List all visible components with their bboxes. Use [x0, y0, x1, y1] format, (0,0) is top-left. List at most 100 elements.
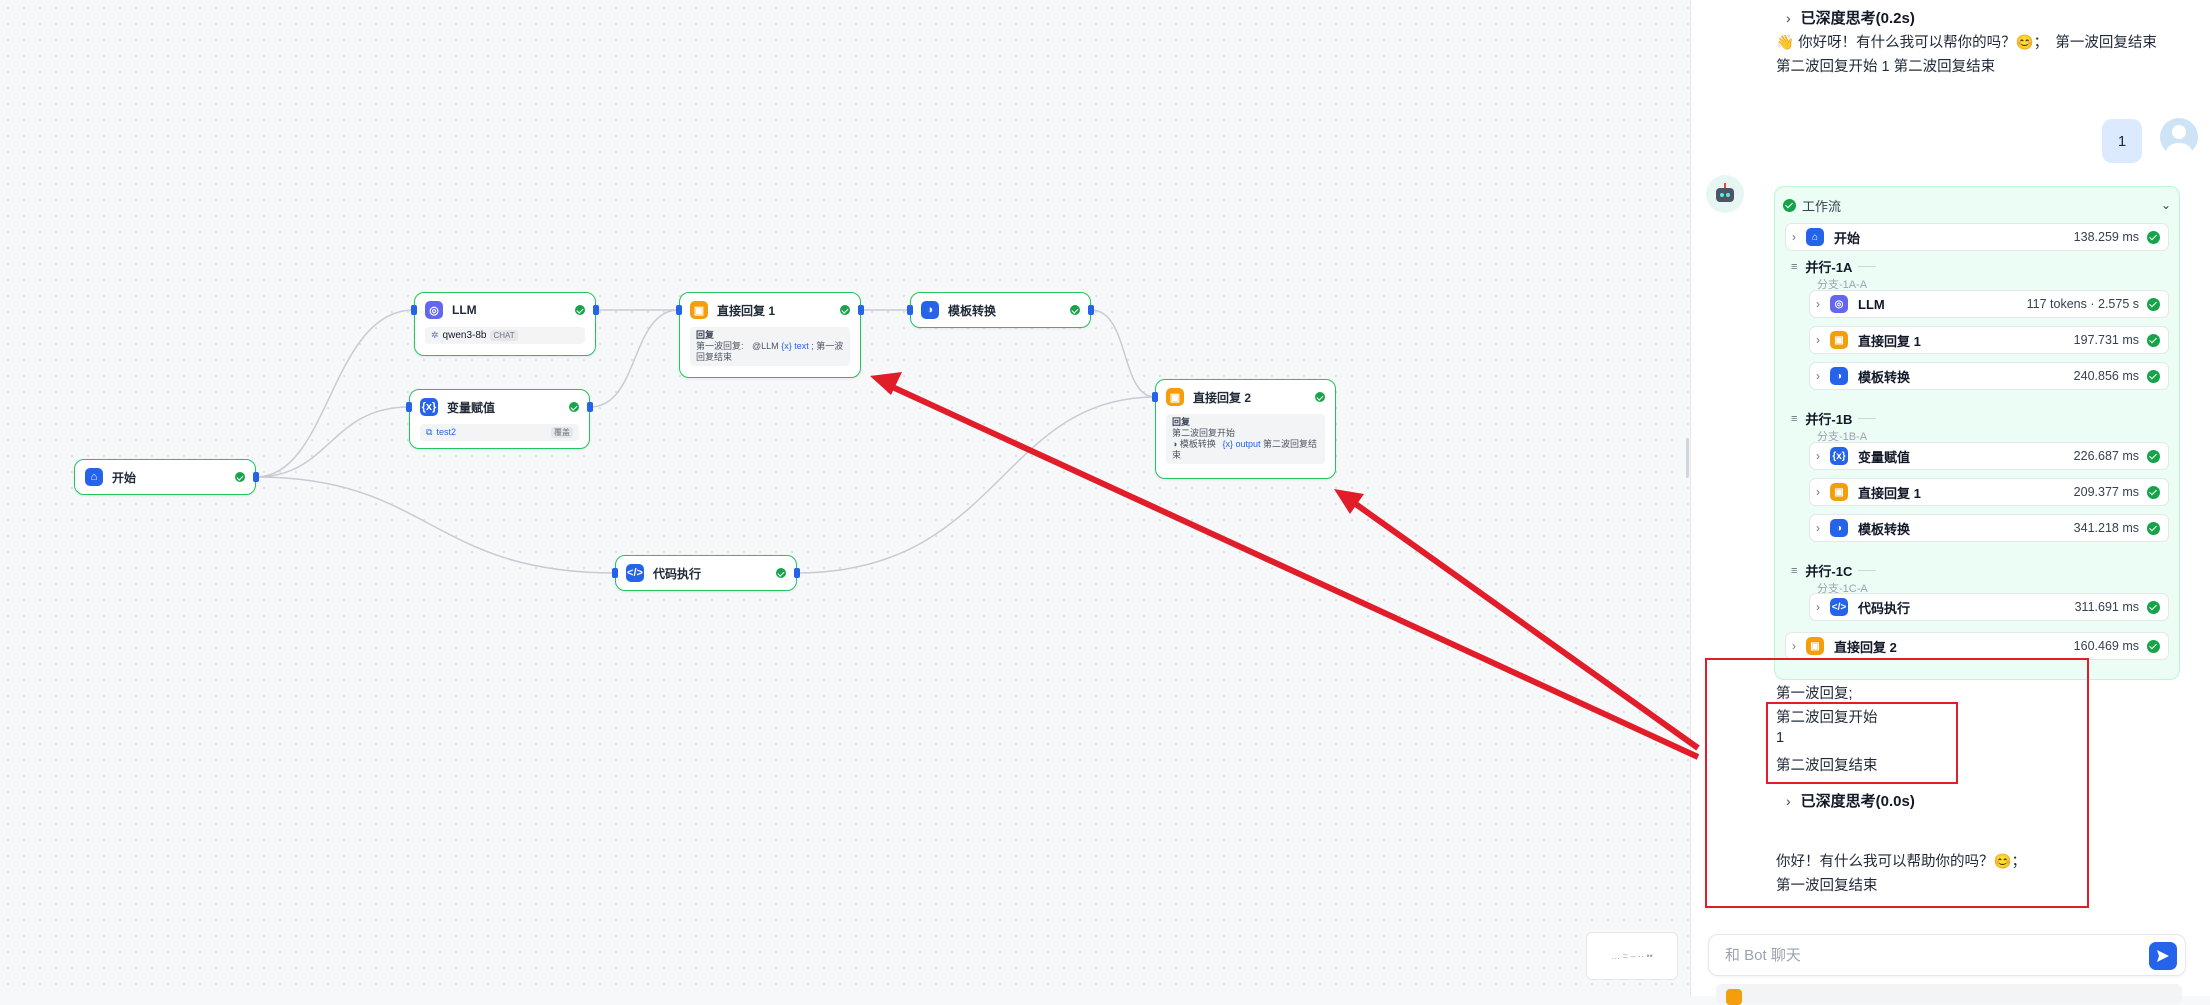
input-port[interactable]	[406, 402, 412, 412]
workflow-trace-header[interactable]: 工作流 ⌄	[1783, 193, 2171, 217]
chevron-right-icon: ›	[1816, 449, 1820, 463]
llm-icon: ◎	[425, 301, 443, 319]
output-port[interactable]	[1088, 305, 1094, 315]
parallel-group-1a[interactable]: ≡ 并行-1A	[1791, 257, 1877, 276]
variable-icon: {x}	[1830, 447, 1848, 465]
node-start[interactable]: ⌂ 开始	[74, 459, 259, 495]
parallel-label: 并行-1C	[1805, 564, 1853, 579]
trace-row-reply2[interactable]: › ▣ 直接回复 2 160.469 ms	[1785, 632, 2169, 660]
output-port[interactable]	[587, 402, 593, 412]
trace-row-template1a[interactable]: › ◑ 模板转换 240.856 ms	[1809, 362, 2169, 390]
node-title: 开始	[112, 470, 137, 485]
success-icon	[2147, 297, 2160, 311]
chevron-right-icon: ›	[1816, 369, 1820, 383]
trace-row-code[interactable]: › </> 代码执行 311.691 ms	[1809, 593, 2169, 621]
chevron-right-icon: ›	[1792, 639, 1796, 653]
send-icon	[2157, 950, 2169, 962]
edge-assign-reply1	[589, 309, 680, 408]
node-title: 直接回复 2	[1193, 390, 1252, 405]
node-title: 变量赋值	[447, 400, 496, 415]
parallel-icon: ≡	[1791, 260, 1798, 273]
trace-row-llm[interactable]: › ◎ LLM 117 tokens · 2.575 s	[1809, 290, 2169, 318]
reply-text-a: 第二波回复开始	[1172, 428, 1236, 438]
edge-start-code	[255, 476, 616, 574]
reply-var-source: ◑ 模板转换	[1172, 439, 1216, 449]
deep-think-toggle-1[interactable]: › 已深度思考(0.2s)	[1786, 7, 1915, 28]
trace-row-assign[interactable]: › {x} 变量赋值 226.687 ms	[1809, 442, 2169, 470]
trace-time: 160.469 ms	[2073, 639, 2139, 653]
output-port[interactable]	[593, 305, 599, 315]
llm-icon: ◎	[1830, 295, 1848, 313]
template-icon: ◑	[1830, 519, 1848, 537]
output-port[interactable]	[253, 472, 259, 482]
node-llm[interactable]: ◎ LLM ✲ qwen3-8b CHAT	[411, 292, 599, 356]
success-icon	[840, 305, 850, 315]
node-template-transform[interactable]: ◑ 模板转换	[907, 292, 1094, 328]
template-icon: ◑	[921, 301, 939, 319]
success-icon	[2147, 230, 2160, 244]
trace-label: 模板转换	[1858, 521, 1911, 537]
success-icon	[235, 472, 245, 482]
reply-icon: ▣	[1806, 637, 1824, 655]
code-icon: </>	[626, 564, 644, 582]
node-variable-assign[interactable]: {x} 变量赋值 ⧉ test2 覆盖	[406, 389, 593, 449]
assign-mode-badge: 覆盖	[551, 427, 573, 438]
node-direct-reply-2[interactable]: ▣ 直接回复 2 回复 第二波回复开始 ◑ 模板转换 {x} output 第二…	[1152, 379, 1336, 479]
parallel-group-1b[interactable]: ≡ 并行-1B	[1791, 409, 1877, 428]
trace-row-template1b[interactable]: › ◑ 模板转换 341.218 ms	[1809, 514, 2169, 542]
user-message: 1	[2117, 132, 2127, 150]
panel-resize-handle[interactable]	[1686, 438, 1689, 478]
trace-time: 341.218 ms	[2073, 521, 2139, 535]
home-icon: ⌂	[1806, 228, 1824, 246]
next-message-peek	[1716, 984, 2182, 1005]
input-port[interactable]	[676, 305, 682, 315]
trace-time: 117 tokens · 2.575 s	[2026, 297, 2139, 311]
trace-label: 代码执行	[1858, 600, 1911, 616]
model-name: qwen3-8b	[442, 330, 487, 341]
chevron-down-icon: ⌄	[2160, 198, 2171, 212]
chat-input[interactable]	[1723, 935, 2127, 975]
trace-label: 开始	[1834, 230, 1861, 246]
trace-time: 138.259 ms	[2073, 230, 2139, 244]
variable-edit-icon: ⧉	[426, 427, 433, 437]
node-title: 代码执行	[653, 566, 702, 581]
input-port[interactable]	[907, 305, 913, 315]
trace-row-start[interactable]: › ⌂ 开始 138.259 ms	[1785, 223, 2169, 251]
person-icon	[2166, 125, 2192, 156]
node-title: 模板转换	[948, 303, 997, 318]
success-icon	[2147, 333, 2160, 347]
variable-name: test2	[436, 427, 456, 437]
trace-row-reply1b[interactable]: › ▣ 直接回复 1 209.377 ms	[1809, 478, 2169, 506]
prev-answer-line-1: 👋 你好呀！有什么我可以帮你的吗？😊； 第一波回复结束	[1776, 35, 2157, 51]
reply-var-source: @LLM	[752, 341, 779, 351]
output-port[interactable]	[794, 568, 800, 578]
output-port[interactable]	[858, 305, 864, 315]
prev-answer-line-2: 第二波回复开始 1 第二波回复结束	[1776, 59, 1996, 75]
minimap[interactable]: … = – ·· ••	[1586, 932, 1678, 980]
input-port[interactable]	[612, 568, 618, 578]
template-icon: ◑	[1830, 367, 1848, 385]
input-port[interactable]	[411, 305, 417, 315]
chevron-right-icon: ›	[1816, 333, 1820, 347]
reply-icon: ▣	[1830, 483, 1848, 501]
highlight-box-inner	[1766, 702, 1958, 784]
trace-time: 240.856 ms	[2073, 369, 2139, 383]
success-icon	[569, 402, 579, 412]
trace-label: 变量赋值	[1858, 449, 1911, 465]
node-direct-reply-1[interactable]: ▣ 直接回复 1 回复 第一波回复: @LLM {x} text ; 第一波回复…	[676, 292, 864, 378]
trace-label: LLM	[1858, 296, 1885, 312]
send-button[interactable]	[2149, 942, 2177, 970]
workflow-canvas[interactable]: ⌂ 开始 ◎ LLM ✲ qwen3-8b CHAT {x} 变量赋值 ⧉ te…	[0, 0, 1690, 996]
model-icon: ✲	[431, 330, 439, 340]
node-title: 直接回复 1	[717, 303, 776, 318]
input-port[interactable]	[1152, 392, 1158, 402]
chevron-right-icon: ›	[1786, 9, 1791, 26]
parallel-group-1c[interactable]: ≡ 并行-1C	[1791, 561, 1877, 580]
node-title: LLM	[452, 303, 477, 317]
success-icon	[575, 305, 585, 315]
parallel-label: 并行-1A	[1805, 260, 1853, 275]
trace-row-reply1a[interactable]: › ▣ 直接回复 1 197.731 ms	[1809, 326, 2169, 354]
reply-text-a: 第一波回复:	[696, 341, 744, 351]
node-code-exec[interactable]: </> 代码执行	[612, 555, 800, 591]
trace-label: 直接回复 1	[1858, 333, 1921, 349]
